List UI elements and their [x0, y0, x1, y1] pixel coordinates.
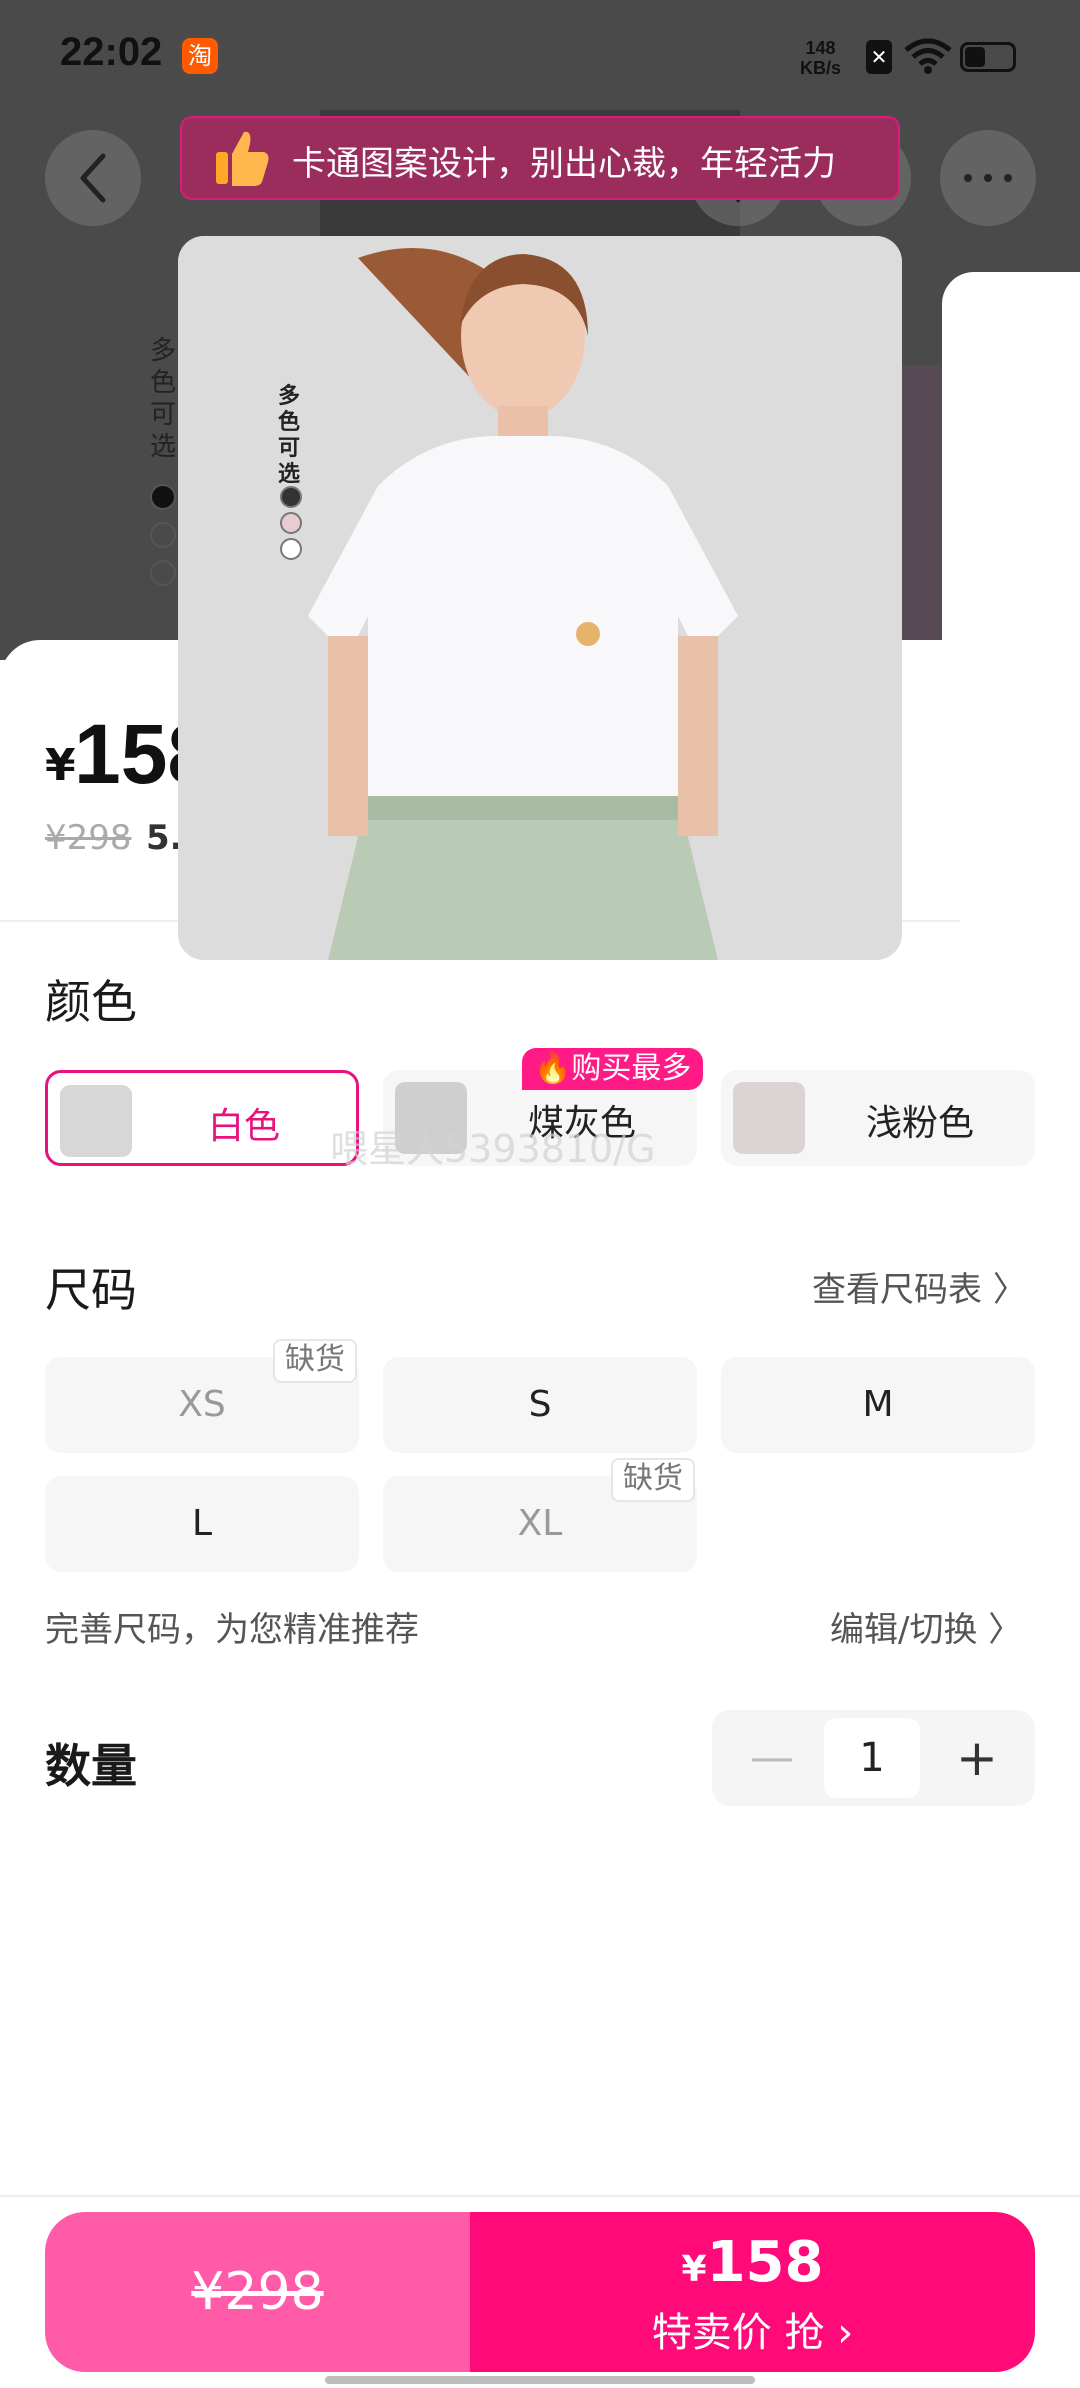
size-option-xs[interactable]: XS 缺货 — [45, 1339, 359, 1453]
best-seller-badge: 🔥购买最多 — [522, 1048, 704, 1090]
flash-price-value: 158 — [706, 2230, 824, 2295]
more-button[interactable] — [940, 130, 1036, 226]
chevron-right-icon: 〉 — [992, 1270, 1027, 1310]
product-preview-image[interactable]: 多色可选 — [178, 236, 902, 960]
tooltip-text: 卡通图案设计，别出心裁，年轻活力 — [292, 144, 836, 184]
size-option-m[interactable]: M — [721, 1357, 1035, 1453]
color-dot-pink — [280, 512, 302, 534]
background-thumbnail — [900, 365, 942, 645]
size-option-label: L — [191, 1503, 213, 1544]
flash-sale-buy-button[interactable]: ¥158 特卖价 抢 › — [470, 2212, 1035, 2372]
network-speed: 148 KB/s — [800, 38, 841, 78]
edit-size-link[interactable]: 编辑/切换 〉 — [830, 1602, 1022, 1651]
background-color-dot — [150, 560, 176, 586]
back-button[interactable] — [45, 130, 141, 226]
color-option-white[interactable]: 白色 — [45, 1070, 359, 1166]
color-option-label: 浅粉色 — [866, 1103, 975, 1144]
size-option-l[interactable]: L — [45, 1476, 359, 1572]
model-photo — [178, 236, 902, 960]
size-chart-label: 查看尺码表 — [812, 1270, 982, 1310]
quantity-stepper: — 1 + — [712, 1710, 1035, 1806]
buy-bar: ¥298 ¥158 特卖价 抢 › — [45, 2212, 1035, 2372]
home-indicator — [325, 2376, 755, 2384]
selling-point-tooltip: 卡通图案设计，别出心裁，年轻活力 — [180, 116, 900, 200]
size-option-label: M — [862, 1384, 894, 1425]
size-chart-link[interactable]: 查看尺码表 〉 — [812, 1262, 1027, 1311]
more-dots-icon — [964, 174, 1012, 182]
color-dot-white — [280, 538, 302, 560]
background-side-text: 多色可选 — [150, 336, 177, 462]
color-dot-grey — [280, 486, 302, 508]
size-option-label: XL — [517, 1503, 563, 1544]
out-of-stock-tag: 缺货 — [611, 1458, 695, 1502]
flash-currency: ¥ — [681, 2249, 707, 2290]
chevron-right-icon: › — [824, 2310, 854, 2356]
quantity-section-title: 数量 — [45, 1739, 137, 1793]
decrease-quantity-button[interactable]: — — [732, 1710, 812, 1806]
color-options-label: 多色可选 — [278, 384, 301, 487]
taobao-app-icon: 淘 — [182, 38, 218, 74]
battery-level — [965, 47, 985, 67]
flash-sale-label: 特卖价 抢 › — [470, 2300, 1035, 2358]
original-price-buy-button[interactable]: ¥298 — [45, 2212, 470, 2372]
increase-quantity-button[interactable]: + — [932, 1710, 1022, 1806]
size-option-label: XS — [178, 1384, 226, 1425]
size-option-xl[interactable]: XL 缺货 — [383, 1458, 697, 1572]
watermark: 喂星人5393810/G — [330, 1127, 656, 1171]
color-option-label: 白色 — [208, 1106, 281, 1147]
flame-icon: 🔥 — [534, 1051, 572, 1086]
color-thumbnail — [733, 1082, 805, 1154]
color-thumbnail — [60, 1085, 132, 1157]
wifi-icon — [904, 38, 952, 74]
battery-icon — [960, 42, 1016, 72]
size-option-label: S — [528, 1384, 552, 1425]
quantity-input[interactable]: 1 — [824, 1718, 920, 1798]
flash-sale-price: ¥158 — [470, 2230, 1035, 2295]
status-bar: 22:02 淘 148 KB/s ✕ — [0, 0, 1080, 110]
out-of-stock-tag: 缺货 — [273, 1339, 357, 1383]
price-currency: ¥ — [45, 740, 76, 791]
no-sim-icon: ✕ — [866, 40, 892, 74]
thumbs-up-icon — [216, 131, 269, 186]
original-price: ¥298 — [45, 818, 132, 858]
background-color-dot — [150, 522, 176, 548]
network-speed-unit: KB/s — [800, 58, 842, 78]
size-option-s[interactable]: S — [383, 1357, 697, 1453]
network-speed-value: 148 — [805, 38, 836, 58]
best-seller-label: 购买最多 — [571, 1051, 692, 1086]
flash-label-text: 特卖价 抢 — [651, 2310, 825, 2356]
size-section-title: 尺码 — [45, 1263, 137, 1317]
size-recommend-hint: 完善尺码，为您精准推荐 — [45, 1610, 419, 1650]
divider — [0, 2195, 1080, 2197]
clock: 22:02 — [60, 30, 163, 74]
edit-size-label: 编辑/切换 — [830, 1610, 978, 1650]
chevron-right-icon: 〉 — [988, 1610, 1023, 1650]
color-option-pink[interactable]: 浅粉色 — [721, 1070, 1035, 1166]
background-color-dot — [150, 484, 176, 510]
color-section-title: 颜色 — [45, 975, 137, 1029]
chevron-left-icon — [80, 153, 106, 203]
